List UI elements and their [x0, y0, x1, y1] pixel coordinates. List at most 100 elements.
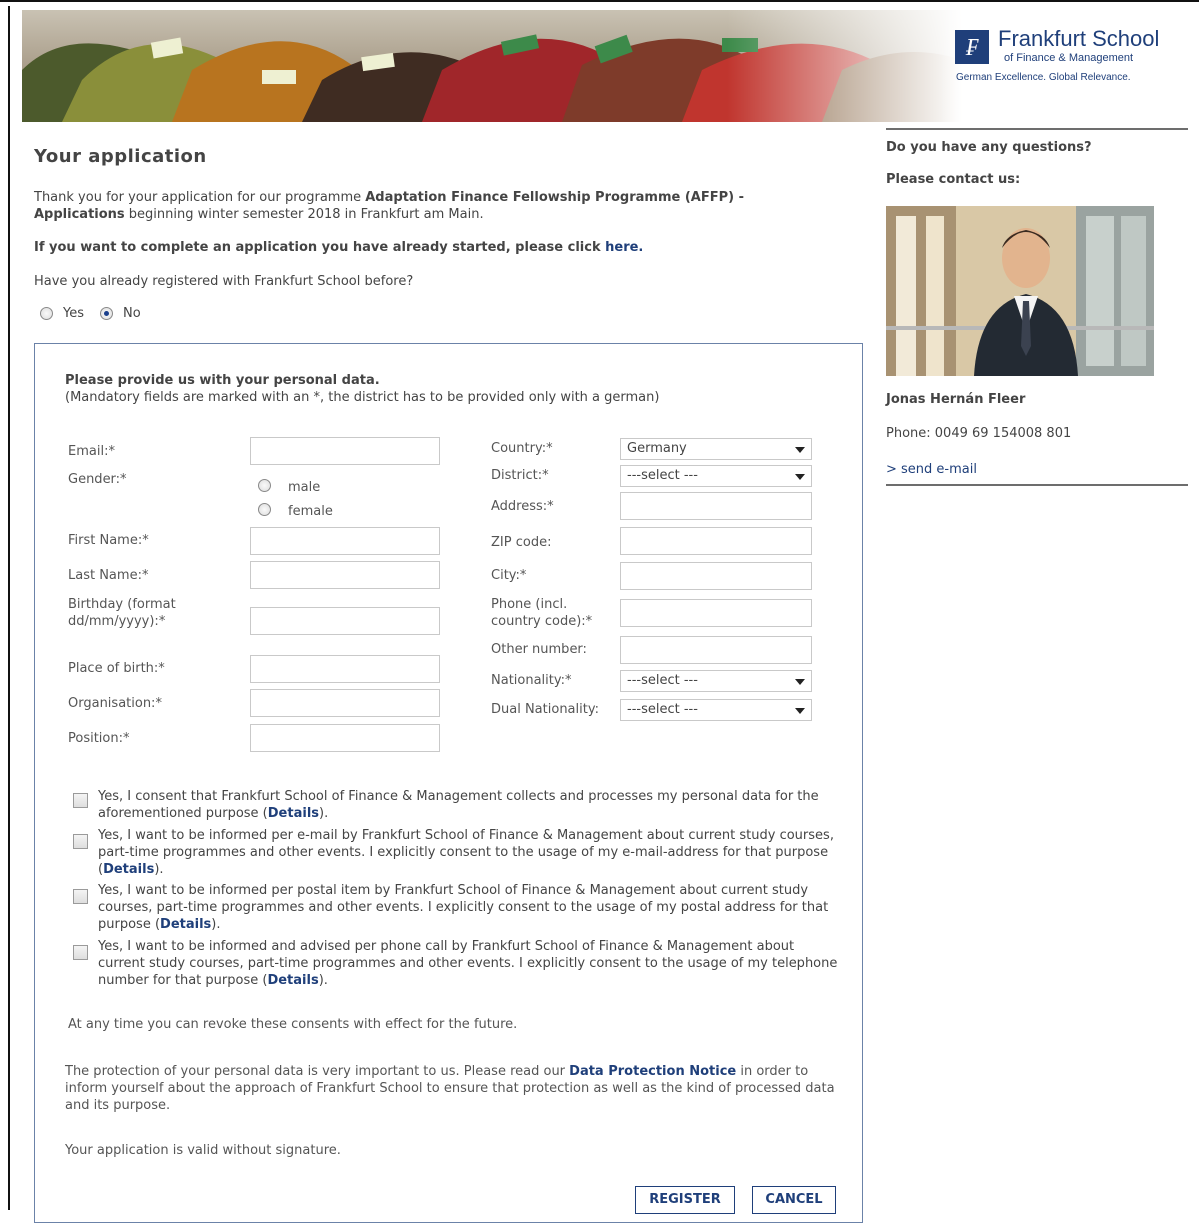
- consent-data-text: Yes, I consent that Frankfurt School of …: [98, 788, 838, 822]
- consent-details-link[interactable]: Details: [103, 862, 154, 877]
- top-border: [0, 0, 1199, 6]
- position-field[interactable]: [250, 724, 440, 752]
- nationality-label: Nationality:*: [491, 673, 572, 688]
- protection-prefix: The protection of your personal data is …: [65, 1064, 570, 1079]
- continue-here-link[interactable]: here.: [605, 240, 643, 255]
- nationality-select[interactable]: ---select ---: [620, 670, 812, 692]
- consent-details-link[interactable]: Details: [160, 917, 211, 932]
- first-name-label: First Name:*: [68, 533, 149, 548]
- last-name-field[interactable]: [250, 561, 440, 589]
- consent-postal-text: Yes, I want to be informed per postal it…: [98, 882, 838, 933]
- form-title: Please provide us with your personal dat…: [65, 373, 380, 388]
- email-field[interactable]: [250, 437, 440, 465]
- consent-text-end: ).: [154, 862, 164, 877]
- page-title: Your application: [34, 146, 207, 167]
- intro-suffix: beginning winter semester 2018 in Frankf…: [124, 207, 484, 222]
- left-border: [8, 6, 10, 1210]
- district-label: District:*: [491, 468, 549, 483]
- sidebar-bottom-divider: [886, 484, 1188, 486]
- zip-field[interactable]: [620, 527, 812, 555]
- contact-person-photo: [886, 206, 1154, 376]
- consent-details-link[interactable]: Details: [268, 806, 319, 821]
- consent-phone-checkbox[interactable]: [73, 945, 88, 960]
- registered-yes-radio[interactable]: [40, 307, 53, 320]
- other-number-field[interactable]: [620, 636, 812, 664]
- consent-email-checkbox[interactable]: [73, 834, 88, 849]
- position-label: Position:*: [68, 731, 130, 746]
- consent-text-end: ).: [319, 806, 329, 821]
- send-email-link[interactable]: > send e-mail: [886, 462, 977, 477]
- gender-male-label: male: [288, 480, 321, 495]
- consent-email-text: Yes, I want to be informed per e-mail by…: [98, 827, 838, 878]
- consent-text-body: Yes, I want to be informed and advised p…: [98, 939, 838, 988]
- city-label: City:*: [491, 568, 527, 583]
- frankfurt-school-logo-icon: ₣: [955, 30, 989, 64]
- birthday-field[interactable]: [250, 607, 440, 635]
- continue-text: If you want to complete an application y…: [34, 240, 606, 255]
- dual-nationality-value: ---select ---: [627, 702, 698, 717]
- district-value: ---select ---: [627, 468, 698, 483]
- data-protection-notice-link[interactable]: Data Protection Notice: [569, 1064, 736, 1079]
- revoke-text: At any time you can revoke these consent…: [68, 1017, 518, 1032]
- spice-market-image: [22, 10, 962, 122]
- place-of-birth-field[interactable]: [250, 655, 440, 683]
- registered-yes-label: Yes: [63, 306, 84, 321]
- chevron-down-icon: [795, 447, 805, 453]
- last-name-label: Last Name:*: [68, 568, 149, 583]
- consent-phone-text: Yes, I want to be informed and advised p…: [98, 938, 838, 989]
- consent-text-body: Yes, I consent that Frankfurt School of …: [98, 789, 819, 821]
- email-label: Email:*: [68, 444, 115, 459]
- place-of-birth-label: Place of birth:*: [68, 661, 165, 676]
- dual-nationality-select[interactable]: ---select ---: [620, 699, 812, 721]
- phone-label: Phone (incl. country code):*: [491, 597, 593, 629]
- registered-question: Have you already registered with Frankfu…: [34, 274, 414, 289]
- main-content: Your application Thank you for your appl…: [34, 140, 834, 321]
- birthday-label: Birthday (format dd/mm/yyyy):*: [68, 597, 176, 629]
- address-label: Address:*: [491, 499, 554, 514]
- address-field[interactable]: [620, 492, 812, 520]
- consent-text-end: ).: [318, 973, 328, 988]
- registered-no-label: No: [123, 306, 141, 321]
- gender-female-label: female: [288, 504, 333, 519]
- district-select[interactable]: ---select ---: [620, 465, 812, 487]
- gender-female-radio[interactable]: [258, 503, 271, 516]
- sidebar-contact-heading: Please contact us:: [886, 172, 1021, 187]
- country-value: Germany: [627, 441, 687, 456]
- dual-nationality-label: Dual Nationality:: [491, 702, 599, 717]
- sidebar-question: Do you have any questions?: [886, 140, 1092, 155]
- brand-subtitle: of Finance & Management: [1004, 52, 1134, 64]
- contact-phone: Phone: 0049 69 154008 801: [886, 426, 1072, 441]
- organisation-field[interactable]: [250, 689, 440, 717]
- brand-tagline: German Excellence. Global Relevance.: [956, 72, 1131, 83]
- city-field[interactable]: [620, 562, 812, 590]
- zip-label: ZIP code:: [491, 535, 552, 550]
- signature-text: Your application is valid without signat…: [65, 1143, 341, 1158]
- continue-application-text: If you want to complete an application y…: [34, 239, 834, 256]
- gender-label: Gender:*: [68, 472, 127, 487]
- personal-data-form: Please provide us with your personal dat…: [34, 343, 863, 1223]
- registered-radio-group: Yes No: [40, 306, 834, 321]
- chevron-down-icon: [795, 708, 805, 714]
- country-select[interactable]: Germany: [620, 438, 812, 460]
- contact-sidebar: Do you have any questions? Please contac…: [886, 128, 1188, 486]
- brand-name: Frankfurt School: [998, 26, 1160, 51]
- form-header: Please provide us with your personal dat…: [65, 372, 845, 406]
- consent-text-body: Yes, I want to be informed per e-mail by…: [98, 828, 834, 877]
- sidebar-divider: [886, 128, 1188, 130]
- consent-postal-checkbox[interactable]: [73, 889, 88, 904]
- intro-text: Thank you for your application for our p…: [34, 189, 834, 223]
- other-number-label: Other number:: [491, 642, 587, 657]
- gender-male-radio[interactable]: [258, 479, 271, 492]
- organisation-label: Organisation:*: [68, 696, 162, 711]
- first-name-field[interactable]: [250, 527, 440, 555]
- chevron-down-icon: [795, 679, 805, 685]
- consent-details-link[interactable]: Details: [267, 973, 318, 988]
- chevron-down-icon: [795, 474, 805, 480]
- registered-no-radio[interactable]: [100, 307, 113, 320]
- data-protection-text: The protection of your personal data is …: [65, 1063, 835, 1114]
- consent-data-checkbox[interactable]: [73, 793, 88, 808]
- phone-field[interactable]: [620, 599, 812, 627]
- contact-name: Jonas Hernán Fleer: [886, 392, 1026, 407]
- form-note: (Mandatory fields are marked with an *, …: [65, 390, 660, 405]
- country-label: Country:*: [491, 441, 553, 456]
